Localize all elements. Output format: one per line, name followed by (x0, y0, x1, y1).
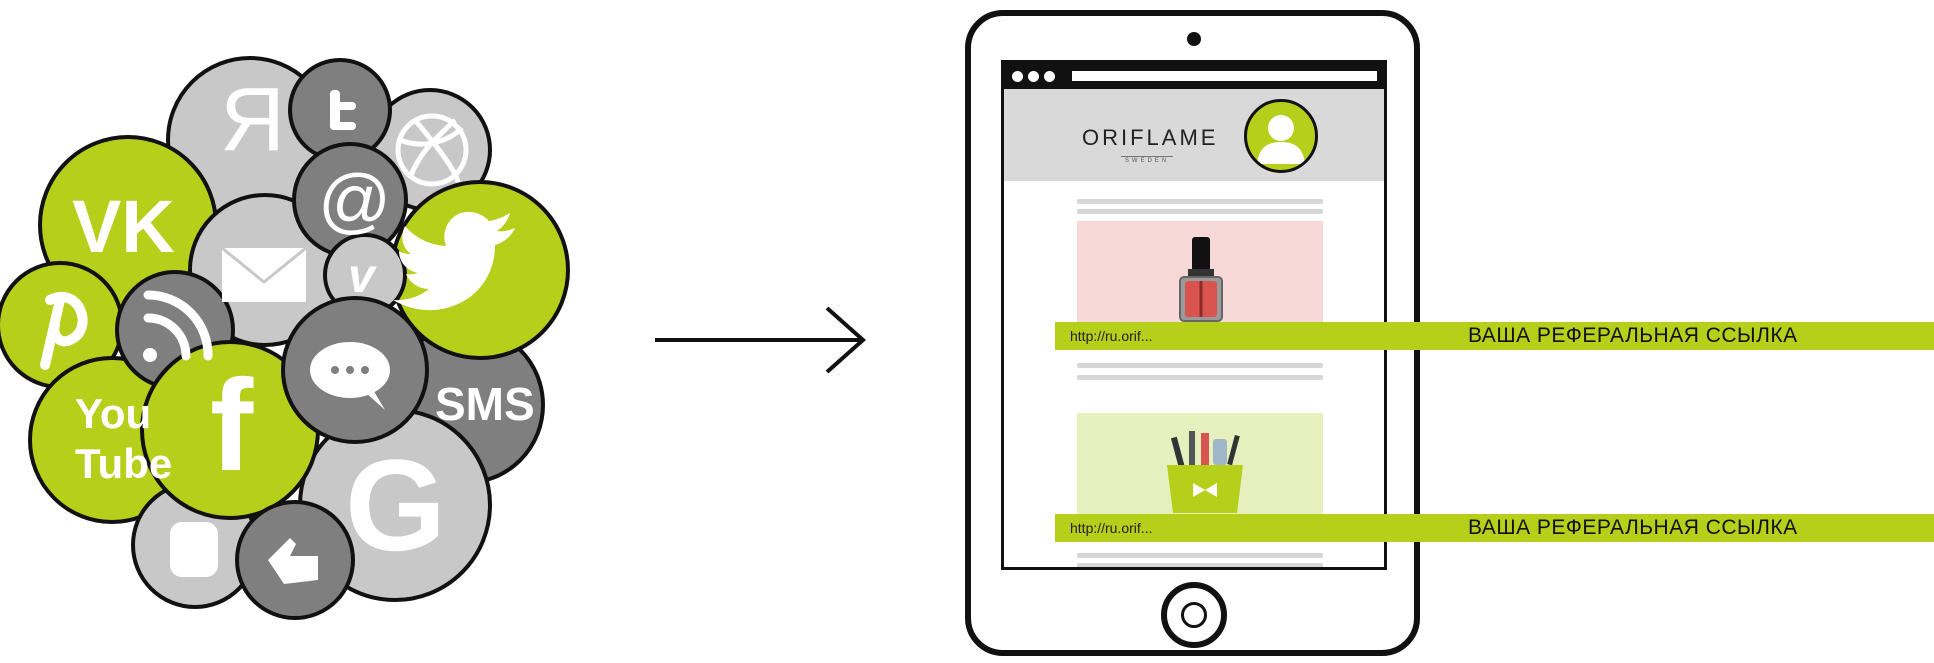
window-dot-icon (1044, 71, 1055, 82)
window-dot-icon (1012, 71, 1023, 82)
site-header: ORIFLAME SWEDEN (1004, 89, 1384, 181)
vimeo-icon: v (348, 250, 377, 303)
referral-label: ВАША РЕФЕРАЛЬНАЯ ССЫЛКА (1468, 516, 1798, 539)
content-placeholder-line (1077, 363, 1323, 368)
home-button[interactable] (1161, 582, 1227, 648)
sms-icon: SMS (435, 378, 535, 430)
youtube-icon-top: You (75, 390, 151, 437)
nail-polish-icon (1179, 237, 1223, 322)
mail-icon (221, 246, 307, 302)
brand-name: ORIFLAME (1082, 125, 1219, 150)
address-bar[interactable] (1072, 71, 1377, 81)
browser-bar (1004, 63, 1384, 89)
referral-url[interactable]: http://ru.orif... (1070, 328, 1152, 344)
brand-logo: ORIFLAME SWEDEN (1082, 125, 1219, 167)
content-placeholder-line (1077, 553, 1323, 558)
camera-icon (1187, 32, 1201, 46)
brand-subtitle: SWEDEN (1120, 156, 1174, 165)
window-dot-icon (1028, 71, 1039, 82)
tablet-screen: ORIFLAME SWEDEN (1001, 60, 1387, 570)
blogger-icon (170, 522, 218, 577)
youtube-icon-bottom: Tube (75, 440, 172, 487)
at-icon: @ (318, 161, 391, 241)
product-card-nail-polish[interactable] (1077, 221, 1323, 335)
user-icon (1257, 115, 1305, 164)
flow-arrow-icon (655, 306, 867, 374)
home-button-ring-icon (1181, 602, 1207, 628)
content-placeholder-line (1077, 563, 1323, 567)
content-placeholder-line (1077, 209, 1323, 214)
google-icon: G (345, 432, 446, 578)
referral-url[interactable]: http://ru.orif... (1070, 520, 1152, 536)
yandex-icon: Я (220, 70, 285, 170)
content-placeholder-line (1077, 199, 1323, 204)
user-avatar[interactable] (1244, 99, 1318, 173)
facebook-icon: f (210, 352, 254, 498)
makeup-bag-icon (1167, 431, 1243, 513)
social-network-cluster: Я VK @ v SMS You Tube G f ••• (0, 56, 570, 620)
content-placeholder-line (1077, 375, 1323, 380)
vk-icon: VK (72, 185, 175, 268)
product-card-makeup-bag[interactable] (1077, 413, 1323, 525)
referral-label: ВАША РЕФЕРАЛЬНАЯ ССЫЛКА (1468, 324, 1798, 347)
